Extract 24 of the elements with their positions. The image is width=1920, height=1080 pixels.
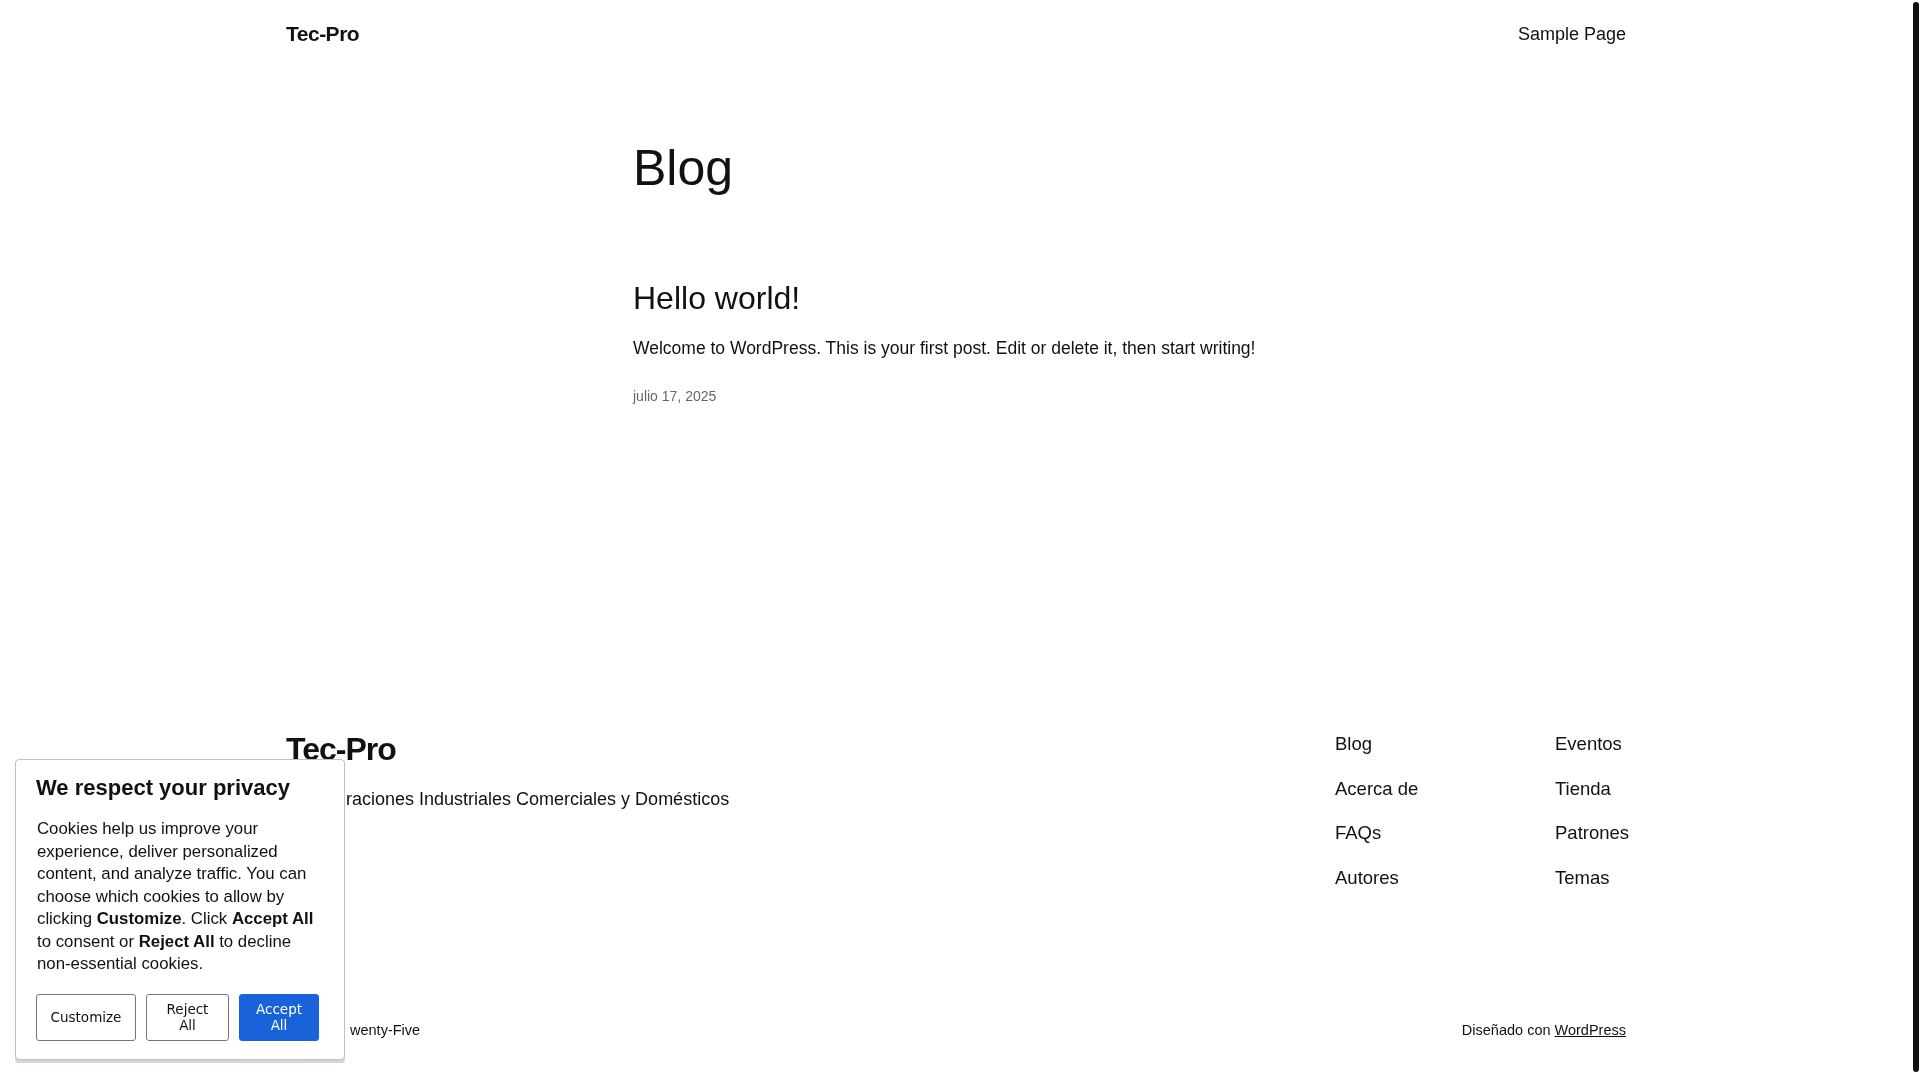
page-title: Blog [633,139,735,198]
footer-link[interactable]: Blog [1335,733,1555,756]
cookie-button[interactable]: Accept All [239,993,319,1041]
credit-text: Diseñado con WordPress [1461,1022,1626,1038]
site-tagline: raciones Industriales Comerciales y Domésticos [346,788,730,810]
post-title[interactable]: Hello world! [633,278,1313,318]
footer-link[interactable]: Autores [1335,866,1555,889]
nav-link[interactable]: Sample Page [1517,23,1626,45]
post-date: julio 17, 2025 [633,388,718,404]
footer-link[interactable]: Temas [1555,866,1626,889]
post-excerpt: Welcome to WordPress. This is your first post. Edit or delete it, then start writing! [633,337,1257,360]
theme-credit: wenty-Five [350,1022,421,1038]
cookie-button[interactable]: Reject All [146,993,229,1041]
footer-link[interactable]: Eventos [1555,733,1626,756]
site-title[interactable]: Tec-Pro [286,22,360,46]
footer-site-title[interactable]: Tec-Pro [286,730,730,768]
wordpress-link[interactable]: WordPress [1554,1022,1626,1038]
scrollbar[interactable] [1913,2,1919,1072]
banner-text: Cookies help us improve your experience, deliver personalized content, and analyze traffic. You can choose which cookies to allow by clicking Customize. Click Accept All to consent or Reject All to decline non-essential cookies. [37,818,315,975]
footer-link[interactable]: Acerca de [1335,777,1555,800]
footer-link[interactable]: FAQs [1335,822,1555,845]
footer-link[interactable]: Tienda [1555,777,1626,800]
cookie-button[interactable]: Customize [36,993,136,1041]
banner-title: We respect your privacy [36,774,291,802]
